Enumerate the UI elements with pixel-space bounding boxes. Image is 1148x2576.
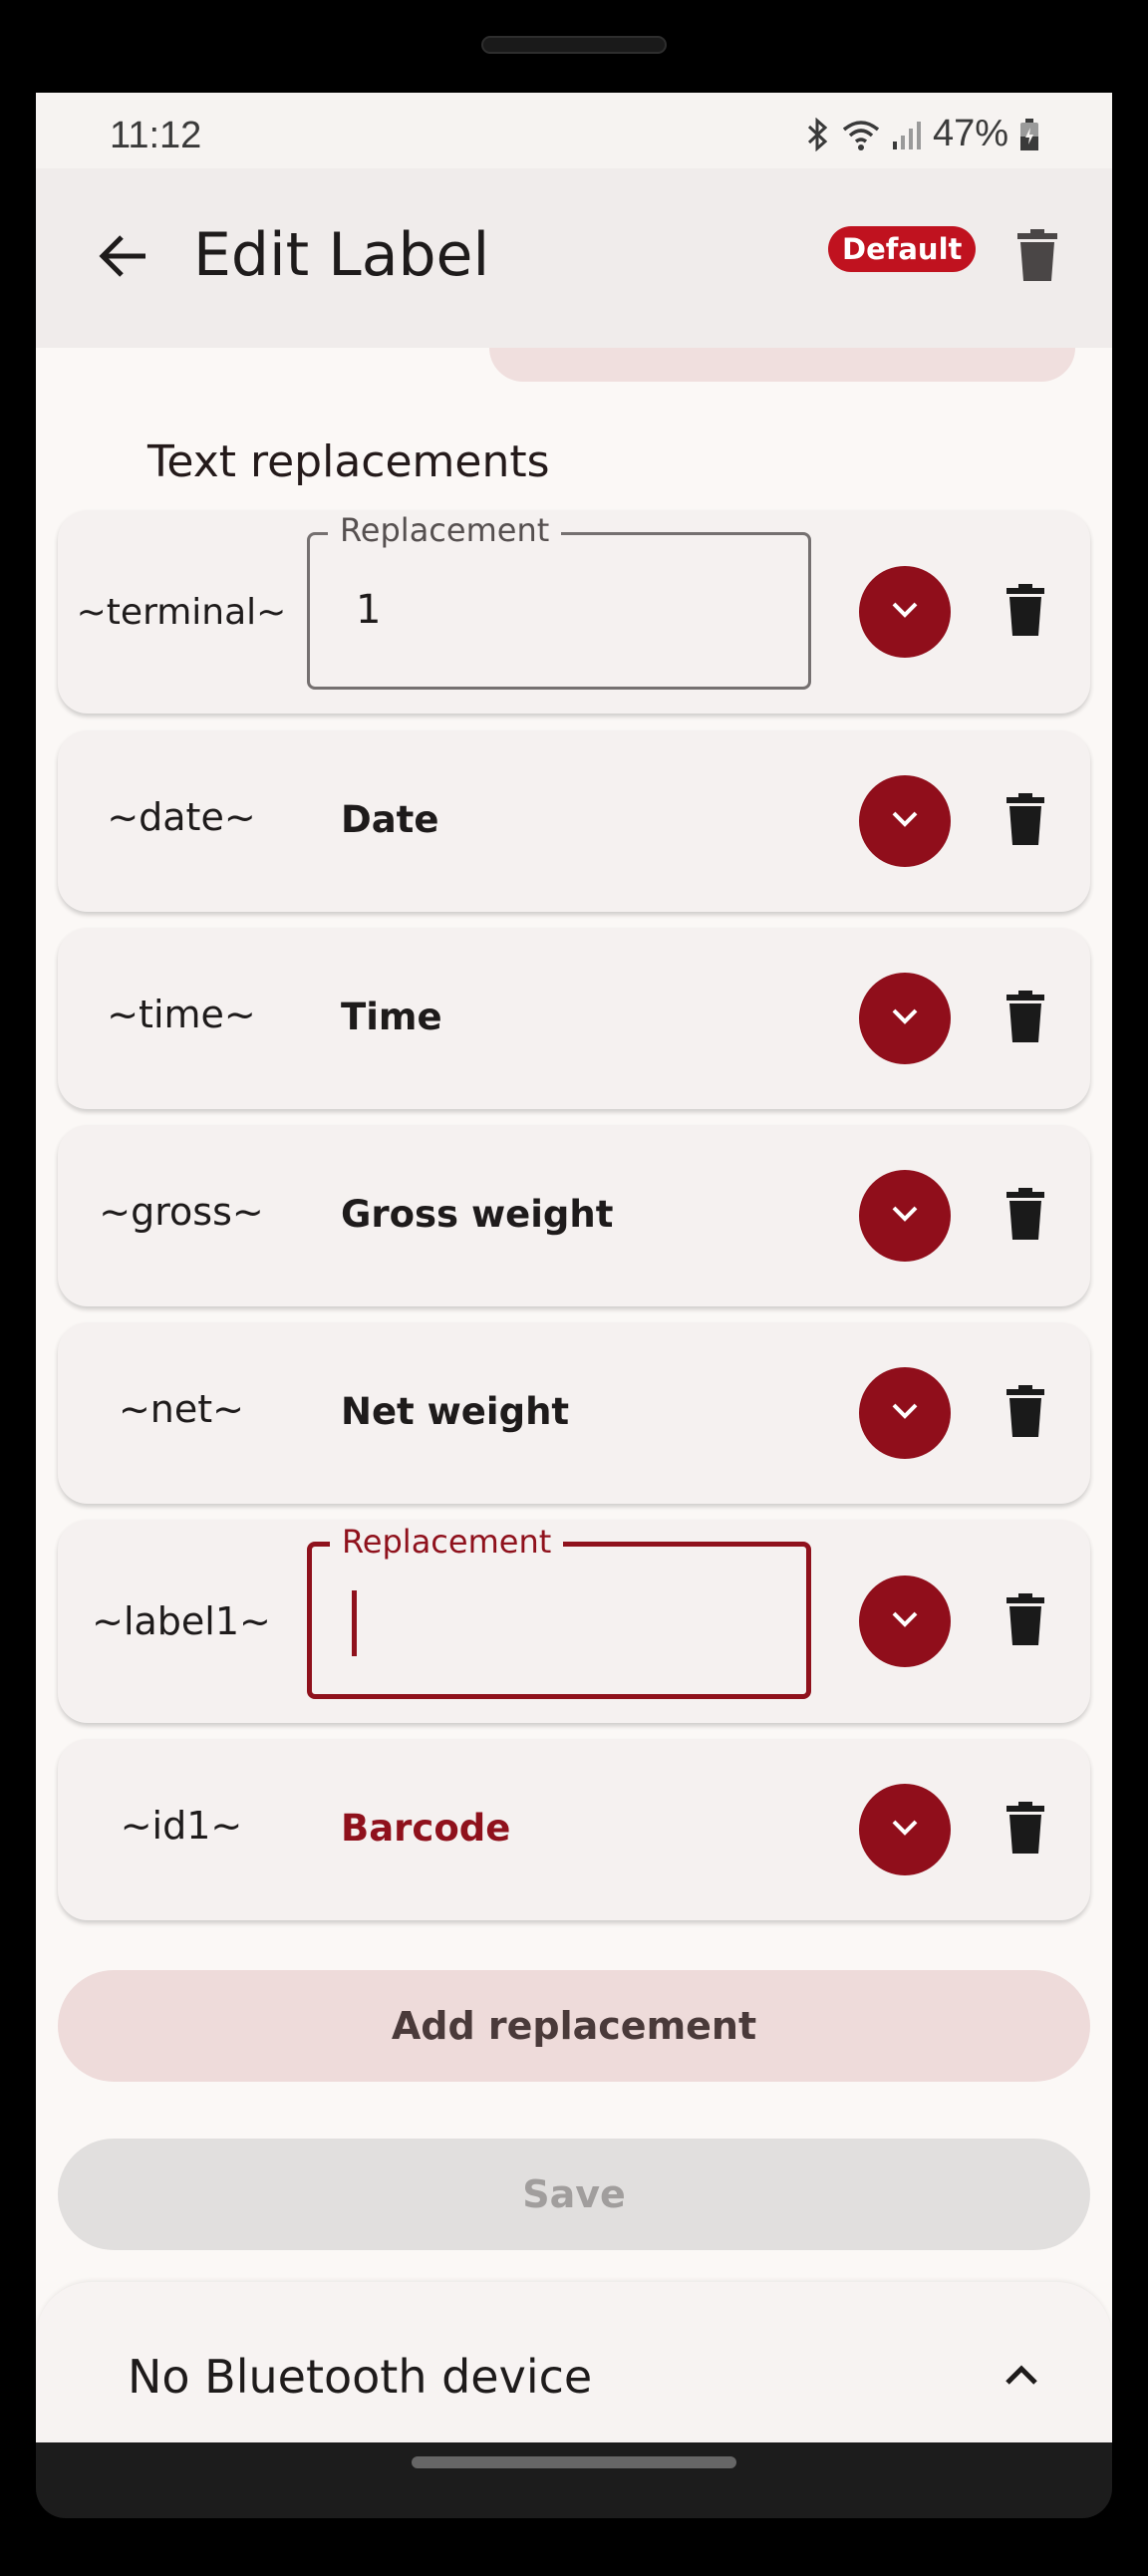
wifi-icon (841, 118, 881, 151)
device-chin (36, 2442, 1112, 2518)
bluetooth-status: No Bluetooth device (128, 2350, 593, 2404)
delete-label-button[interactable] (1003, 222, 1072, 292)
replacement-key: ~terminal~ (76, 592, 287, 633)
replacement-dropdown-button[interactable] (859, 775, 951, 867)
delete-replacement-button[interactable] (1001, 989, 1050, 1048)
replacement-dropdown-button[interactable] (859, 1367, 951, 1459)
replacement-input-value: 1 (356, 587, 382, 633)
replacement-card-date: ~date~ Date (58, 730, 1090, 912)
chevron-down-icon (890, 1204, 920, 1228)
replacement-card-net: ~net~ Net weight (58, 1322, 1090, 1504)
delete-replacement-button[interactable] (1001, 1591, 1050, 1651)
delete-replacement-button[interactable] (1001, 1186, 1050, 1246)
signal-icon (891, 118, 923, 151)
chevron-down-icon (890, 809, 920, 833)
home-indicator[interactable] (412, 2456, 736, 2468)
chevron-down-icon (890, 1401, 920, 1425)
delete-replacement-button[interactable] (1001, 791, 1050, 851)
status-bar: 11:12 47% (36, 93, 1112, 168)
delete-replacement-button[interactable] (1001, 1800, 1050, 1860)
replacement-card-terminal: ~terminal~ Replacement 1 (58, 510, 1090, 714)
replacement-dropdown-button[interactable] (859, 973, 951, 1064)
trash-icon (1006, 1385, 1044, 1441)
replacement-dropdown-button[interactable] (859, 1170, 951, 1262)
replacement-key: ~time~ (107, 993, 256, 1036)
replacement-value[interactable]: Time (341, 996, 442, 1038)
replacement-card-id1: ~id1~ Barcode (58, 1739, 1090, 1920)
replacement-dropdown-button[interactable] (859, 1784, 951, 1875)
text-caret (352, 1590, 357, 1656)
replacement-key: ~gross~ (99, 1190, 264, 1234)
delete-replacement-button[interactable] (1001, 1383, 1050, 1443)
trash-icon (1006, 584, 1044, 640)
screen: 11:12 47% Edit Label Default Text replac… (36, 93, 1112, 2442)
default-badge: Default (828, 226, 977, 272)
battery-percent: 47% (932, 113, 1008, 154)
replacement-dropdown-button[interactable] (859, 1575, 951, 1667)
trash-icon (1017, 229, 1057, 285)
bluetooth-icon (805, 117, 831, 151)
chevron-down-icon (890, 1818, 920, 1842)
save-button[interactable]: Save (58, 2139, 1090, 2250)
replacement-key: ~id1~ (120, 1804, 243, 1848)
chevron-down-icon (890, 1006, 920, 1030)
status-icons: 47% (805, 113, 1040, 155)
trash-icon (1006, 793, 1044, 849)
replacement-card-time: ~time~ Time (58, 928, 1090, 1109)
back-arrow-icon (98, 232, 149, 284)
section-title: Text replacements (147, 436, 550, 487)
replacement-value[interactable]: Net weight (341, 1390, 569, 1433)
replacement-card-label1: ~label1~ Replacement (58, 1520, 1090, 1723)
collapsed-section-edge (489, 348, 1075, 382)
replacement-input[interactable]: Replacement (307, 1523, 811, 1699)
status-time: 11:12 (110, 115, 202, 156)
app-bar: Edit Label Default (36, 168, 1112, 348)
trash-icon (1006, 1593, 1044, 1649)
trash-icon (1006, 1188, 1044, 1244)
expand-bluetooth-button[interactable] (995, 2350, 1048, 2404)
delete-replacement-button[interactable] (1001, 582, 1050, 642)
replacement-key: ~date~ (107, 795, 256, 839)
back-button[interactable] (84, 218, 163, 298)
replacement-key: ~net~ (118, 1387, 245, 1431)
trash-icon (1006, 1802, 1044, 1858)
replacement-dropdown-button[interactable] (859, 566, 951, 658)
replacement-value[interactable]: Gross weight (341, 1193, 613, 1236)
replacement-value[interactable]: Barcode (341, 1807, 510, 1850)
earpiece-speaker (481, 36, 667, 54)
replacement-input-label: Replacement (328, 511, 562, 549)
replacement-input[interactable]: Replacement 1 (307, 511, 811, 690)
add-replacement-button[interactable]: Add replacement (58, 1970, 1090, 2082)
chevron-up-icon (1004, 2363, 1039, 2391)
replacement-input-label: Replacement (330, 1523, 564, 1561)
replacement-key: ~label1~ (92, 1599, 271, 1643)
replacement-value[interactable]: Date (341, 798, 438, 841)
page-title: Edit Label (193, 220, 490, 290)
battery-icon (1018, 118, 1040, 151)
replacement-card-gross: ~gross~ Gross weight (58, 1125, 1090, 1306)
bluetooth-panel[interactable]: No Bluetooth device (36, 2282, 1112, 2442)
chevron-down-icon (890, 1609, 920, 1633)
trash-icon (1006, 991, 1044, 1046)
chevron-down-icon (890, 600, 920, 624)
